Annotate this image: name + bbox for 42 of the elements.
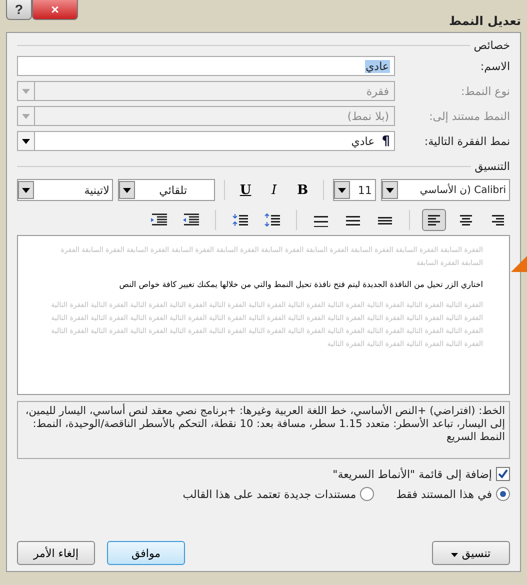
field-label: النمط مستند إلى: xyxy=(428,110,510,122)
bold-button[interactable]: B xyxy=(290,179,314,201)
radio-button[interactable] xyxy=(496,487,510,501)
section-heading: خصائص xyxy=(474,39,510,52)
color-dropdown[interactable]: تلقائي xyxy=(118,179,215,201)
dropdown-field[interactable]: ¶ عادي xyxy=(17,131,395,151)
sample-text: اختاري الزر تحيل من النافذة الجديدة ليتم فتح نافذة تحيل النمط والتي من خلالها يمكنك تغيير كافة خواص النص xyxy=(118,280,483,289)
line-spacing-icon xyxy=(345,213,361,227)
paragraph-spacing-icon xyxy=(263,213,281,227)
field-label: الاسم: xyxy=(479,60,510,72)
caret-icon xyxy=(451,552,458,556)
ok-button[interactable]: موافق xyxy=(107,541,185,565)
field-label: نمط الفقرة التالية: xyxy=(423,134,510,148)
indent-icon xyxy=(150,213,168,227)
cancel-button[interactable]: إلغاء الأمر xyxy=(17,541,95,565)
radio-label: مستندات جديدة تعتمد على هذا القالب xyxy=(182,488,356,500)
format-menu-button[interactable]: تنسيق xyxy=(432,541,510,565)
window-title: تعديل النمط xyxy=(448,13,521,28)
align-left-button[interactable] xyxy=(422,209,446,231)
paragraph-spacing-icon xyxy=(231,213,249,227)
triangle-marker-icon xyxy=(511,256,527,272)
section-heading: التنسيق xyxy=(474,160,510,173)
indent-icon xyxy=(182,213,200,227)
checkbox-label: إضافة إلى قائمة "الأنماط السريعة" xyxy=(332,468,492,480)
size-dropdown[interactable]: 11 xyxy=(333,179,376,201)
close-button[interactable]: × xyxy=(32,0,78,20)
radio-label: في هذا المستند فقط xyxy=(396,488,492,500)
field-label: نوع النمط: xyxy=(460,84,510,98)
underline-button[interactable]: U xyxy=(234,179,258,201)
alignment-icon xyxy=(458,214,474,226)
language-dropdown[interactable]: لاتينية xyxy=(16,179,114,201)
radio-button[interactable] xyxy=(360,487,374,501)
alignment-icon xyxy=(426,214,442,226)
checkbox[interactable] xyxy=(496,467,510,481)
style-description: الخط: (افتراضي) +النص الأساسي، خط اللغة العربية وغيرها: +برنامج نصي معقد لنص أساسي، اليسار لليمين، إلى اليسار، تباعد الأسطر: متعدد 1.15 سطر، مسافة بعد: 10 نقطة، التحكم بالأسطر الناقصة/الوحيدة، النمط: النمط السريع xyxy=(17,401,510,459)
italic-button[interactable]: I xyxy=(262,179,286,201)
help-button[interactable]: ? xyxy=(6,0,32,20)
line-spacing-icon xyxy=(313,213,329,227)
alignment-icon xyxy=(490,214,506,226)
pilcrow-icon: ¶ xyxy=(382,134,390,148)
input-field[interactable]: عادي xyxy=(17,56,395,76)
font-dropdown[interactable]: Calibri (ن الأساسي xyxy=(380,179,510,201)
